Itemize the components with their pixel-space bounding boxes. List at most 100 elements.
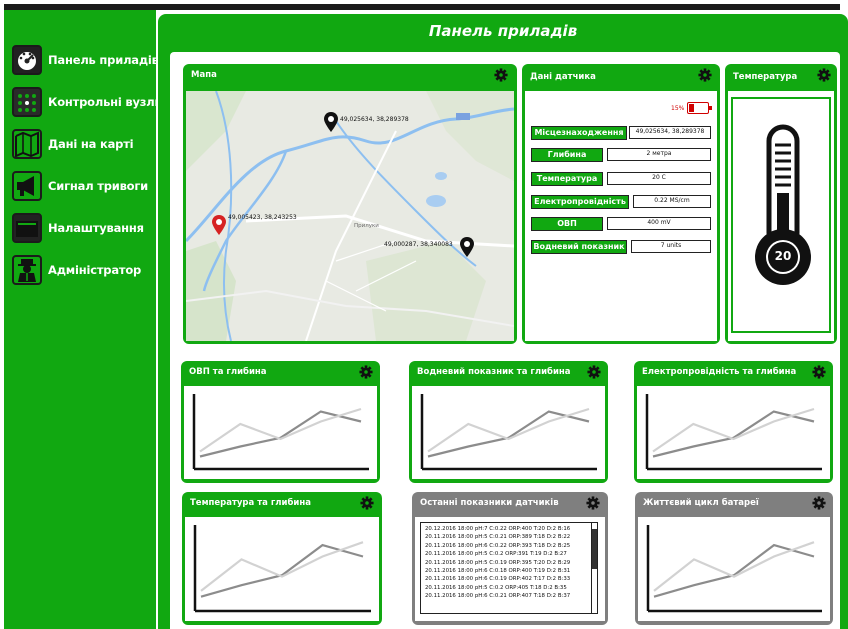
dashboard-main: Панель приладів Мапа Прилуки 49,025634, … bbox=[158, 14, 848, 629]
sidebar-item-label: Адміністратор bbox=[48, 263, 142, 277]
list-item: 20.11.2016 18:00 pH:5 C:0.19 ORP:395 T:2… bbox=[425, 559, 571, 566]
battery-low-icon bbox=[687, 102, 712, 114]
gear-icon[interactable] bbox=[587, 365, 601, 379]
sidebar-item-label: Сигнал тривоги bbox=[48, 179, 149, 193]
gear-icon[interactable] bbox=[812, 365, 826, 379]
chart-title: Електропровідність та глибина bbox=[642, 367, 797, 377]
map-place-label: Прилуки bbox=[354, 223, 379, 229]
temperature-panel-title: Температура bbox=[733, 72, 798, 82]
temperature-label: Температура bbox=[531, 172, 603, 186]
line-chart bbox=[192, 394, 369, 471]
gear-icon[interactable] bbox=[360, 496, 374, 510]
latest-readings-panel: Останні показники датчиків 20.12.2016 18… bbox=[412, 492, 608, 625]
chart-area bbox=[637, 386, 830, 479]
chart-panel-ph: Водневий показник та глибина bbox=[409, 361, 608, 483]
sidebar-item-map-data[interactable]: Дані на карті bbox=[12, 128, 134, 160]
chart-area bbox=[184, 386, 377, 479]
scrollbar-thumb[interactable] bbox=[592, 529, 597, 569]
depth-label: Глибина bbox=[531, 148, 603, 162]
temperature-panel: Температура 20 bbox=[725, 64, 837, 344]
gear-icon[interactable] bbox=[359, 365, 373, 379]
sidebar-item-label: Панель приладів bbox=[48, 53, 159, 67]
readings-list[interactable]: 20.12.2016 18:00 pH:7 C:0.22 ORP:400 T:2… bbox=[420, 522, 598, 614]
chart-title: Водневий показник та глибина bbox=[417, 367, 571, 377]
list-item: 20.11.2016 18:00 pH:5 C:0.21 ORP:389 T:1… bbox=[425, 534, 571, 541]
sidebar-item-settings[interactable]: Налаштування bbox=[12, 212, 144, 244]
dashboard-content: Мапа Прилуки 49,025634, 38,289378 49,005… bbox=[170, 52, 840, 629]
conductivity-label: Електропровідність bbox=[531, 195, 629, 209]
chart-title: Життєвий цикл батареї bbox=[643, 498, 759, 508]
location-label: Місцезнаходження bbox=[531, 126, 627, 140]
megaphone-icon bbox=[12, 171, 42, 201]
marker-coords-label: 49,025634, 38,289378 bbox=[340, 116, 409, 123]
marker-coords-label: 49,000287, 38,340083 bbox=[384, 241, 453, 248]
sidebar-item-label: Дані на карті bbox=[48, 137, 134, 151]
list-item: 20.11.2016 18:00 pH:5 C:0.2 ORP:405 T:18… bbox=[425, 584, 567, 591]
chart-panel-battery: Життєвий цикл батареї bbox=[635, 492, 833, 625]
gear-icon[interactable] bbox=[812, 496, 826, 510]
chart-panel-orp: ОВП та глибина bbox=[181, 361, 380, 483]
thermometer-icon bbox=[755, 124, 811, 285]
map-view[interactable]: Прилуки 49,025634, 38,289378 49,005423, … bbox=[186, 91, 514, 341]
gear-icon[interactable] bbox=[698, 68, 712, 82]
chart-area bbox=[638, 517, 830, 621]
chart-area bbox=[412, 386, 605, 479]
temperature-frame: 20 bbox=[731, 97, 831, 333]
marker-black-pin-icon[interactable] bbox=[324, 112, 338, 132]
battery-level-text: 15% bbox=[671, 105, 685, 112]
chart-title: ОВП та глибина bbox=[189, 367, 267, 377]
sensor-data-body: 15% Місцезнаходження 49,025634, 38,28937… bbox=[525, 91, 717, 341]
chart-title: Температура та глибина bbox=[190, 498, 311, 508]
chart-panel-temperature: Температура та глибина bbox=[182, 492, 382, 625]
sidebar: Панель приладів Контрольні вузли Дані на… bbox=[4, 10, 163, 629]
temperature-field[interactable]: 20 С bbox=[607, 172, 711, 185]
line-chart bbox=[420, 394, 597, 471]
list-item: 20.12.2016 18:00 pH:7 C:0.22 ORP:400 T:2… bbox=[425, 526, 571, 532]
line-chart bbox=[193, 525, 371, 613]
map-panel: Мапа Прилуки 49,025634, 38,289378 49,005… bbox=[183, 64, 517, 344]
depth-field[interactable]: 2 метра bbox=[607, 148, 711, 161]
sidebar-item-label: Налаштування bbox=[48, 221, 144, 235]
chart-area bbox=[185, 517, 379, 621]
sidebar-item-control-nodes[interactable]: Контрольні вузли bbox=[12, 86, 163, 118]
marker-black-pin-icon[interactable] bbox=[460, 237, 474, 257]
list-item: 20.11.2016 18:00 pH:6 C:0.18 ORP:400 T:1… bbox=[425, 568, 571, 575]
line-chart bbox=[645, 394, 822, 471]
list-item: 20.11.2016 18:00 pH:6 C:0.19 ORP:402 T:1… bbox=[425, 576, 571, 583]
ph-label: Водневий показник bbox=[531, 240, 627, 254]
chart-series-line bbox=[199, 407, 362, 453]
list-item: 20.11.2016 18:00 pH:6 C:0.21 ORP:407 T:1… bbox=[425, 593, 571, 600]
sidebar-item-label: Контрольні вузли bbox=[48, 95, 163, 109]
marker-coords-label: 49,005423, 38,243253 bbox=[228, 214, 297, 221]
sidebar-item-dashboard[interactable]: Панель приладів bbox=[12, 44, 159, 76]
orp-field[interactable]: 400 mV bbox=[607, 217, 711, 230]
sidebar-item-alarm[interactable]: Сигнал тривоги bbox=[12, 170, 148, 202]
readings-panel-title: Останні показники датчиків bbox=[420, 498, 559, 508]
gear-icon[interactable] bbox=[817, 68, 831, 82]
temperature-value: 20 bbox=[774, 249, 792, 263]
chart-panel-conductivity: Електропровідність та глибина bbox=[634, 361, 833, 483]
readings-body: 20.12.2016 18:00 pH:7 C:0.22 ORP:400 T:2… bbox=[415, 517, 605, 621]
chart-series-line bbox=[427, 407, 590, 453]
dashboard-gauge-icon bbox=[12, 45, 42, 75]
list-item: 20.11.2016 18:00 pH:5 C:0.2 ORP:391 T:19… bbox=[425, 551, 567, 558]
map-panel-title: Мапа bbox=[191, 70, 217, 80]
nodes-grid-icon bbox=[12, 87, 42, 117]
line-chart bbox=[646, 525, 822, 613]
sensor-panel-title: Дані датчика bbox=[530, 72, 596, 82]
gear-icon[interactable] bbox=[586, 496, 600, 510]
sidebar-item-admin[interactable]: Адміністратор bbox=[12, 254, 141, 286]
readings-scrollbar[interactable] bbox=[591, 523, 597, 613]
admin-agent-icon bbox=[12, 255, 42, 285]
ph-field[interactable]: 7 units bbox=[631, 240, 711, 253]
marker-red-pin-icon[interactable] bbox=[212, 215, 226, 235]
settings-box-icon bbox=[12, 213, 42, 243]
orp-label: ОВП bbox=[531, 217, 603, 231]
location-field[interactable]: 49,025634, 38,289378 bbox=[629, 126, 711, 139]
chart-series-line bbox=[652, 407, 815, 453]
gear-icon[interactable] bbox=[494, 68, 508, 82]
map-icon bbox=[12, 129, 42, 159]
list-item: 20.11.2016 18:00 pH:6 C:0.22 ORP:393 T:1… bbox=[425, 542, 571, 549]
conductivity-field[interactable]: 0.22 MS/cm bbox=[633, 195, 711, 208]
sensor-data-panel: Дані датчика 15% Місцезнаходження 49,025… bbox=[522, 64, 720, 344]
